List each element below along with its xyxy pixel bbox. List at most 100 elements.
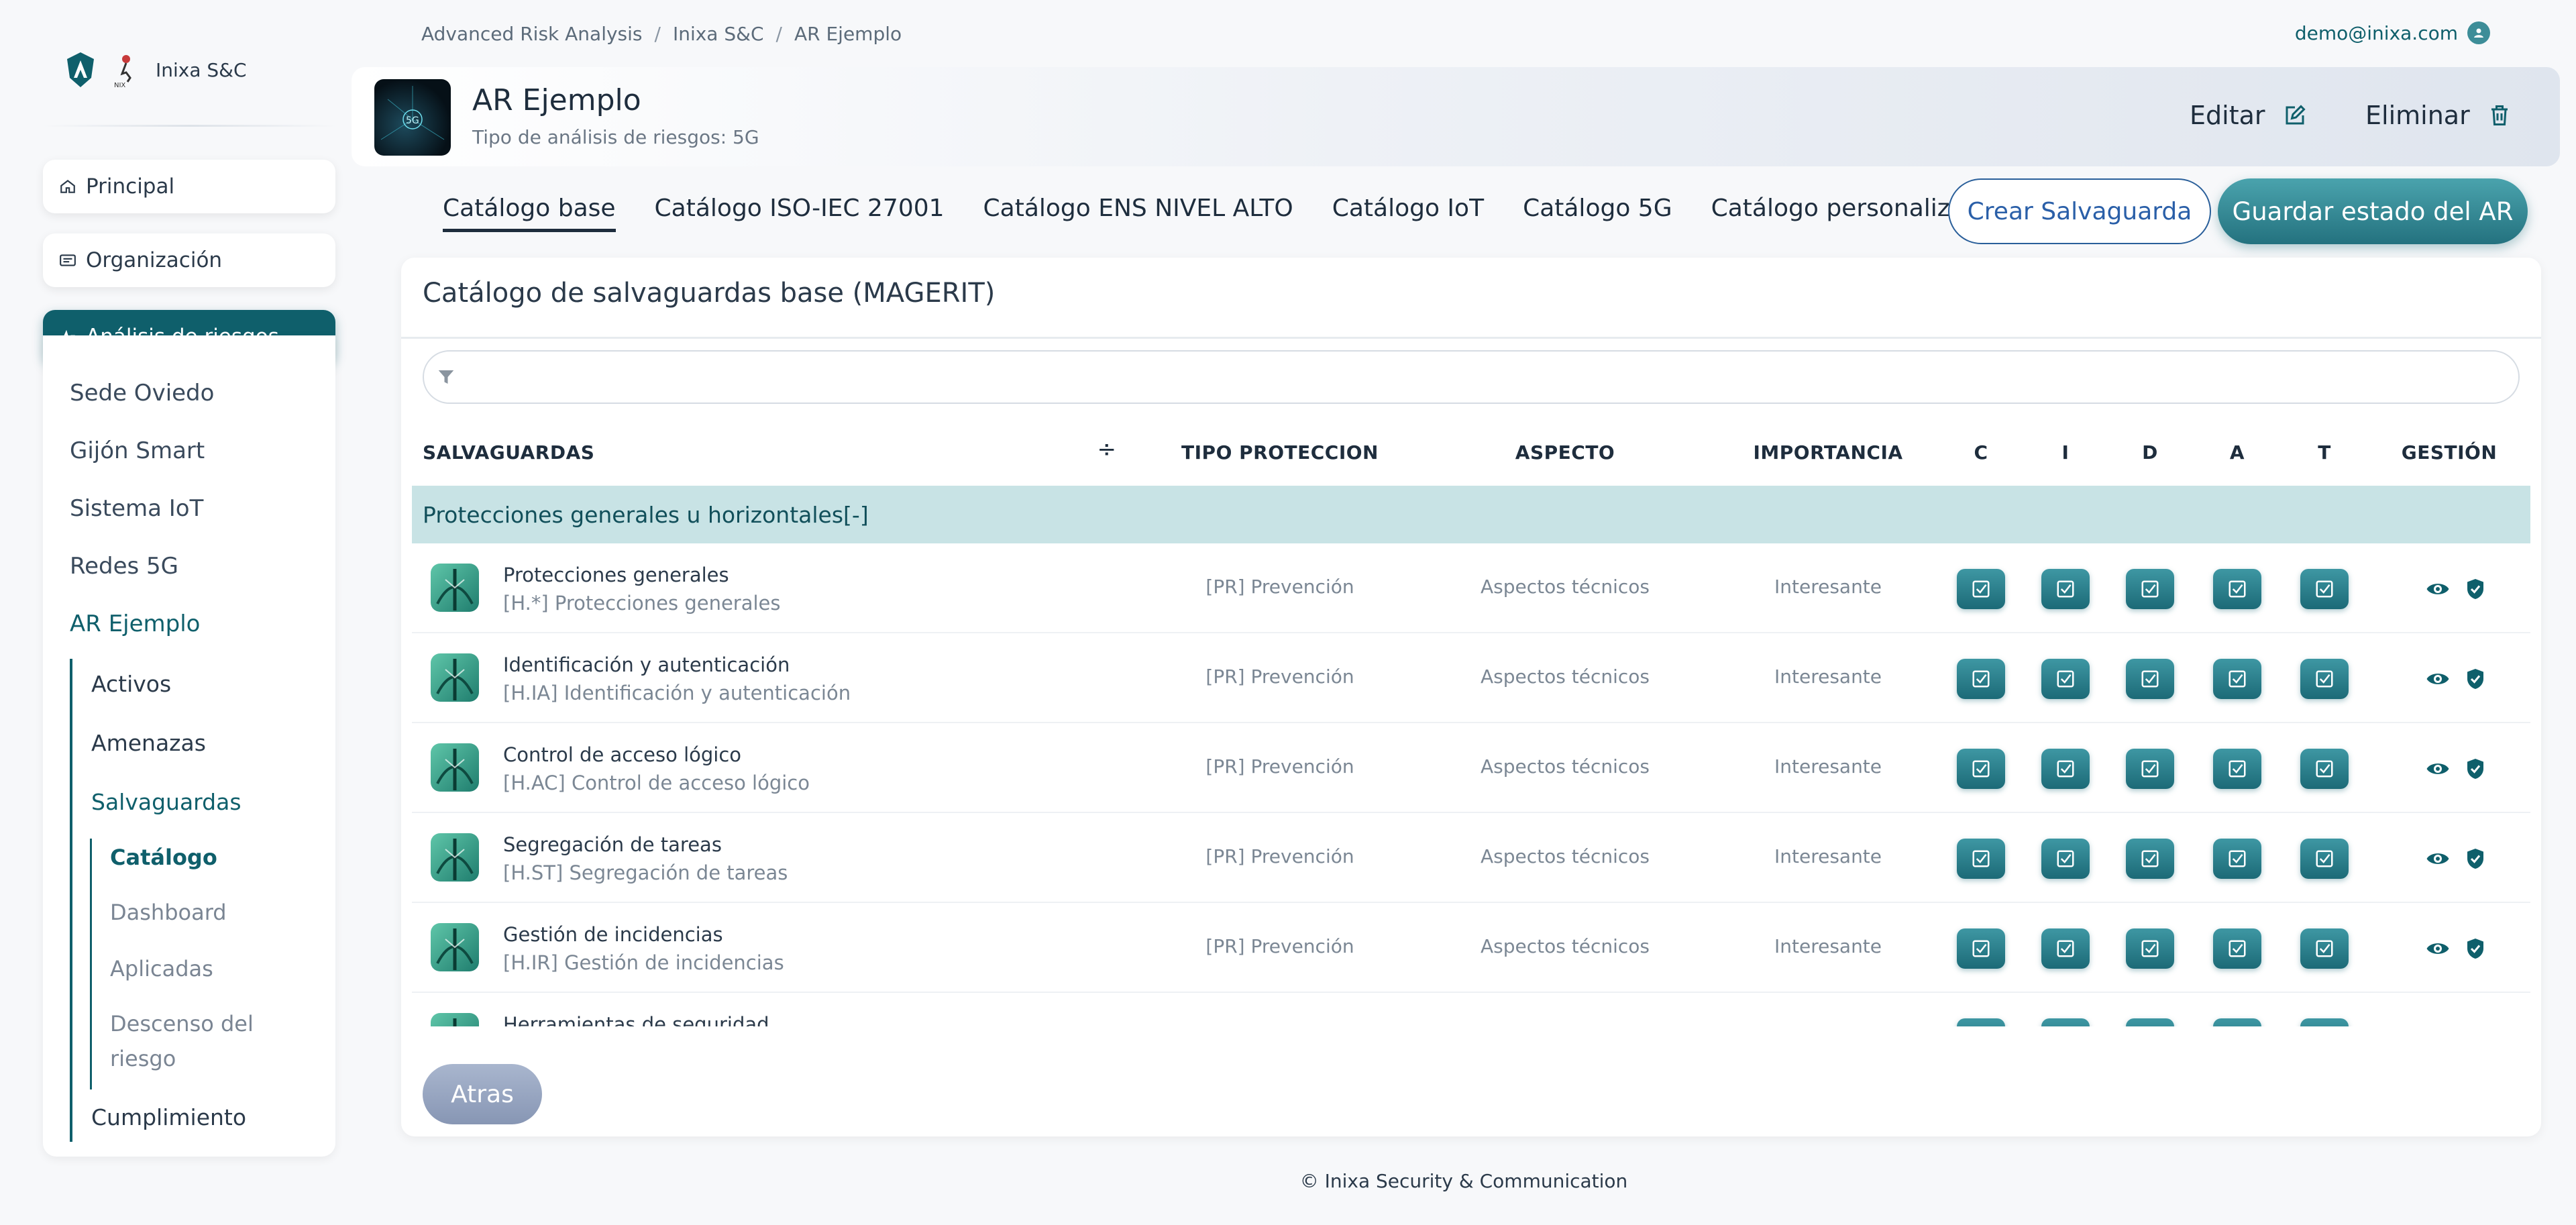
column-header-t[interactable]: T [2318, 441, 2331, 464]
cell-importancia: Interesante [1774, 576, 1882, 598]
sidebar-analysis-sistema-iot[interactable]: Sistema IoT [70, 495, 203, 522]
sidebar-sub-catalogo[interactable]: Catálogo [110, 840, 217, 875]
sidebar-analysis-redes-5g[interactable]: Redes 5G [70, 553, 178, 580]
breadcrumb-item-ara[interactable]: Advanced Risk Analysis [421, 23, 643, 45]
tab-catalogo-iso[interactable]: Catálogo ISO-IEC 27001 [655, 195, 945, 232]
checkbox-d[interactable] [2126, 749, 2174, 789]
checkbox-c[interactable] [1957, 928, 2005, 969]
checkbox-t[interactable] [2300, 1018, 2349, 1026]
cell-importancia: Interesante [1774, 935, 1882, 957]
table-row[interactable]: Identificación y autenticación [H.IA] Ide… [412, 633, 2530, 723]
sidebar-analysis-gijon-smart[interactable]: Gijón Smart [70, 437, 205, 464]
sidebar-nav-organizacion[interactable]: Organización [43, 233, 335, 287]
safeguards-card: Catálogo de salvaguardas base (MAGERIT) … [401, 258, 2541, 1136]
column-header-importancia[interactable]: IMPORTANCIA [1753, 441, 1902, 464]
checkbox-i[interactable] [2041, 839, 2090, 879]
filter-input[interactable] [423, 350, 2520, 404]
checkbox-i[interactable] [2041, 749, 2090, 789]
create-safeguard-button[interactable]: Crear Salvaguarda [1948, 178, 2211, 244]
edit-button[interactable]: Editar [2190, 101, 2307, 130]
view-eye-icon[interactable] [2426, 937, 2450, 961]
checkbox-t[interactable] [2300, 928, 2349, 969]
back-button[interactable]: Atras [423, 1064, 542, 1124]
shield-check-icon[interactable] [2463, 937, 2487, 961]
sidebar-sub-aplicadas[interactable]: Aplicadas [110, 951, 213, 986]
group-row-protecciones-generales[interactable]: Protecciones generales u horizontales[-] [412, 486, 2530, 543]
sidebar-analysis-ar-ejemplo[interactable]: AR Ejemplo [70, 610, 201, 637]
sidebar-nav-principal[interactable]: Principal [43, 160, 335, 213]
sidebar-sub-dashboard[interactable]: Dashboard [110, 895, 227, 930]
safeguard-code: [H.ST] Segregación de tareas [503, 861, 788, 884]
shield-check-icon[interactable] [2463, 577, 2487, 601]
checkbox-a[interactable] [2213, 569, 2261, 609]
checkbox-d[interactable] [2126, 928, 2174, 969]
column-header-c[interactable]: C [1974, 441, 1988, 464]
column-header-aspecto[interactable]: ASPECTO [1515, 441, 1615, 464]
view-eye-icon[interactable] [2426, 847, 2450, 871]
checkbox-a[interactable] [2213, 928, 2261, 969]
sidebar-section-salvaguardas[interactable]: Salvaguardas [91, 789, 241, 815]
safeguard-name: Segregación de tareas [503, 833, 722, 856]
sidebar-section-activos[interactable]: Activos [91, 671, 171, 697]
checkbox-d[interactable] [2126, 1018, 2174, 1026]
checkbox-i[interactable] [2041, 569, 2090, 609]
checkbox-i[interactable] [2041, 1018, 2090, 1026]
checkbox-d[interactable] [2126, 569, 2174, 609]
table-row[interactable]: Herramientas de seguridad [412, 993, 2530, 1026]
column-header-d[interactable]: D [2142, 441, 2158, 464]
checkbox-c[interactable] [1957, 749, 2005, 789]
tab-catalogo-base[interactable]: Catálogo base [443, 195, 616, 232]
table-row[interactable]: Segregación de tareas [H.ST] Segregación … [412, 813, 2530, 903]
checkbox-a[interactable] [2213, 659, 2261, 699]
checkbox-a[interactable] [2213, 1018, 2261, 1026]
checkbox-c[interactable] [1957, 1018, 2005, 1026]
checkbox-t[interactable] [2300, 569, 2349, 609]
table-row[interactable]: Control de acceso lógico [H.AC] Control d… [412, 723, 2530, 813]
shield-check-icon[interactable] [2463, 847, 2487, 871]
edit-pencil-icon [2286, 105, 2306, 125]
tab-catalogo-5g[interactable]: Catálogo 5G [1523, 195, 1672, 232]
view-eye-icon[interactable] [2426, 667, 2450, 691]
cell-aspecto: Aspectos técnicos [1481, 755, 1650, 778]
delete-button[interactable]: Eliminar [2365, 101, 2512, 130]
sort-icon[interactable]: ÷ [1097, 436, 1117, 463]
checkbox-c[interactable] [1957, 839, 2005, 879]
breadcrumb-item-ar-ejemplo[interactable]: AR Ejemplo [794, 23, 902, 45]
checkbox-d[interactable] [2126, 839, 2174, 879]
view-eye-icon[interactable] [2426, 757, 2450, 781]
shield-check-icon[interactable] [2463, 667, 2487, 691]
checkbox-c[interactable] [1957, 569, 2005, 609]
sidebar-section-amenazas[interactable]: Amenazas [91, 730, 206, 756]
column-header-tipo-proteccion[interactable]: TIPO PROTECCION [1181, 441, 1379, 464]
checkbox-c[interactable] [1957, 659, 2005, 699]
checkbox-a[interactable] [2213, 749, 2261, 789]
safeguard-name: Protecciones generales [503, 564, 729, 586]
column-header-salvaguardas[interactable]: SALVAGUARDAS [423, 441, 594, 464]
checkbox-i[interactable] [2041, 659, 2090, 699]
checkbox-d[interactable] [2126, 659, 2174, 699]
view-eye-icon[interactable] [2426, 577, 2450, 601]
breadcrumb-item-inixa[interactable]: Inixa S&C [673, 23, 764, 45]
sidebar-tree-line [70, 659, 72, 1142]
5g-network-image-icon: 5G [380, 86, 445, 140]
column-header-i[interactable]: I [2062, 441, 2070, 464]
shield-check-icon[interactable] [2463, 757, 2487, 781]
sidebar-analysis-sede-oviedo[interactable]: Sede Oviedo [70, 380, 214, 407]
checkbox-checked-icon [2140, 579, 2160, 599]
tab-catalogo-ens[interactable]: Catálogo ENS NIVEL ALTO [983, 195, 1293, 232]
checkbox-a[interactable] [2213, 839, 2261, 879]
column-header-a[interactable]: A [2230, 441, 2245, 464]
sidebar-sub-descenso-riesgo[interactable]: Descenso del riesgo [110, 1006, 254, 1076]
checkbox-i[interactable] [2041, 928, 2090, 969]
brand-name: Inixa S&C [156, 58, 247, 81]
table-row[interactable]: Gestión de incidencias [H.IR] Gestión de … [412, 903, 2530, 993]
breadcrumb-separator: / [654, 23, 661, 45]
checkbox-t[interactable] [2300, 839, 2349, 879]
user-menu[interactable]: demo@inixa.com [2295, 21, 2490, 44]
checkbox-t[interactable] [2300, 749, 2349, 789]
save-ar-state-button[interactable]: Guardar estado del AR [2218, 178, 2528, 244]
checkbox-t[interactable] [2300, 659, 2349, 699]
table-row[interactable]: Protecciones generales [H.*] Protecciones… [412, 543, 2530, 633]
sidebar-section-cumplimiento[interactable]: Cumplimiento [91, 1104, 246, 1130]
tab-catalogo-iot[interactable]: Catálogo IoT [1332, 195, 1484, 232]
